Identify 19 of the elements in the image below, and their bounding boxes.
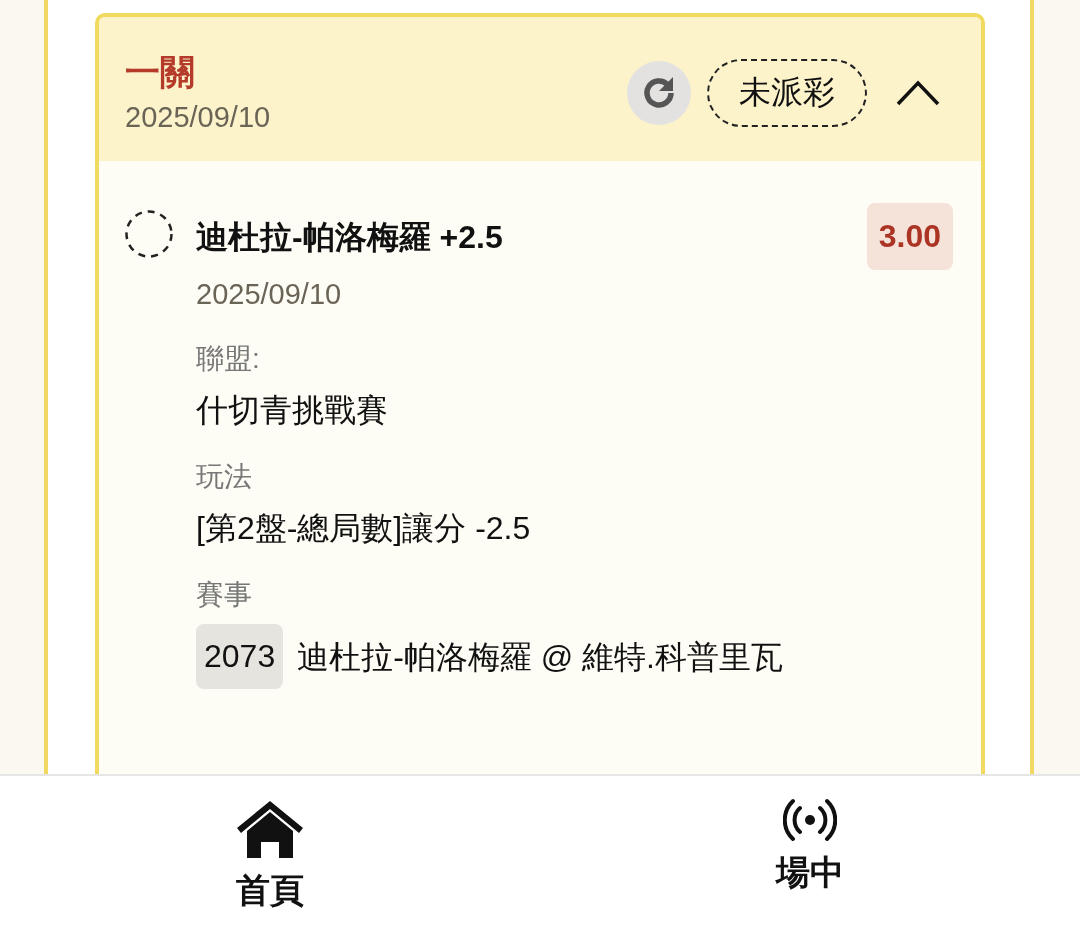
nav-tab[interactable]: 首頁 [0, 776, 540, 934]
field-label: 玩法 [196, 460, 253, 494]
odds-badge: 3.00 [866, 203, 953, 270]
home-icon [235, 798, 305, 860]
broadcast-icon [783, 798, 837, 842]
field-value: 什切青挑戰賽 [196, 391, 389, 430]
field-value: [第2盤-總局數]讓分 -2.5 [196, 509, 532, 548]
status-badge: 未派彩 [707, 59, 867, 127]
match-id: 2073 [196, 624, 284, 689]
selection-date: 2025/09/10 [196, 277, 343, 312]
field-label: 聯盟: [196, 342, 261, 376]
selection-name: 迪杜拉-帕洛梅羅 +2.5 [196, 218, 503, 257]
bet-type: 一關 [125, 51, 196, 93]
match-name: 迪杜拉-帕洛梅羅 @ 維特.科普里瓦 [297, 637, 784, 677]
nav-tab[interactable]: 場中 [540, 776, 1080, 934]
field-label: 賽事 [196, 578, 253, 612]
collapse-icon[interactable] [895, 78, 941, 108]
bet-date: 2025/09/10 [125, 100, 272, 135]
status-circle-icon [124, 209, 174, 259]
